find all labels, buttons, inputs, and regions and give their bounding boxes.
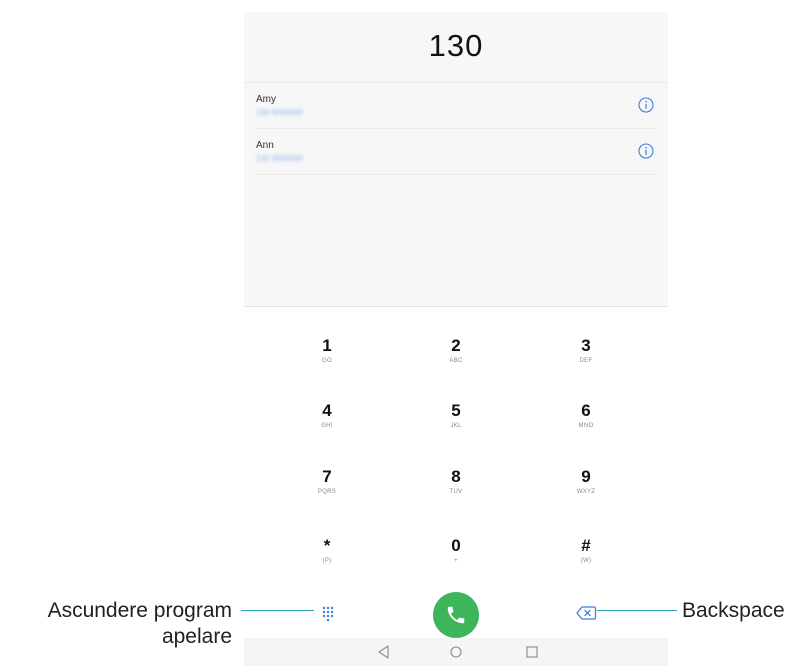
contact-name: Amy (256, 94, 276, 105)
key-0[interactable]: 0 + (406, 527, 506, 577)
callout-label-line2: apelare (161, 625, 232, 648)
key-letters: (W) (580, 558, 592, 564)
key-2[interactable]: 2 ABC (406, 327, 506, 377)
phone-call-icon (447, 606, 465, 624)
contact-number: 130 0000000 (256, 154, 303, 163)
key-8[interactable]: 8 TUV (406, 458, 506, 508)
callout-line-dialpad (241, 610, 314, 611)
key-3[interactable]: 3 DEF (536, 327, 636, 377)
key-digit: 4 (322, 401, 332, 420)
key-7[interactable]: 7 PQRS (277, 458, 377, 508)
key-digit: 9 (581, 467, 591, 486)
contact-suggestions: Amy 130 0000000 Ann 130 0000000 (244, 83, 668, 175)
callout-hide-dialpad: Ascundere program apelare (0, 598, 232, 650)
square-recent-icon[interactable] (523, 644, 541, 660)
key-4[interactable]: 4 GHI (277, 392, 377, 442)
key-letters: GHI (321, 423, 333, 429)
key-5[interactable]: 5 JKL (406, 392, 506, 442)
callout-label-line1: Ascundere program (47, 599, 232, 622)
contact-number: 130 0000000 (256, 108, 303, 117)
key-letters: + (454, 558, 458, 564)
callout-line-backspace (597, 610, 677, 611)
key-letters: WXYZ (576, 489, 596, 495)
circle-home-icon[interactable] (447, 644, 465, 660)
dialed-number: 130 (428, 28, 484, 63)
key-letters: TUV (449, 489, 463, 495)
key-digit: 3 (581, 336, 591, 355)
key-letters: JKL (450, 423, 462, 429)
call-button[interactable] (433, 592, 479, 638)
dialpad-grid-icon[interactable] (316, 605, 340, 621)
info-icon[interactable] (638, 143, 654, 159)
contact-row-amy[interactable]: Amy 130 0000000 (254, 83, 658, 129)
key-letters: PQRS (317, 489, 337, 495)
key-digit: # (581, 536, 591, 555)
key-star[interactable]: * (P) (277, 527, 377, 577)
key-6[interactable]: 6 MNO (536, 392, 636, 442)
callout-backspace: Backspace (682, 599, 785, 622)
key-letters: ABC (449, 358, 463, 364)
key-digit: 1 (322, 336, 332, 355)
key-digit: 7 (322, 467, 332, 486)
key-1[interactable]: 1 GO (277, 327, 377, 377)
info-icon[interactable] (638, 97, 654, 113)
key-letters: (P) (322, 558, 332, 564)
triangle-back-icon[interactable] (375, 644, 393, 660)
dial-keypad: 1 GO 2 ABC 3 DEF 4 GHI 5 JKL 6 MNO 7 PQR… (244, 307, 668, 638)
contact-row-ann[interactable]: Ann 130 0000000 (254, 129, 658, 175)
navigation-bar (244, 638, 668, 666)
key-digit: 8 (451, 467, 461, 486)
key-9[interactable]: 9 WXYZ (536, 458, 636, 508)
key-digit: 2 (451, 336, 461, 355)
key-letters: MNO (578, 423, 594, 429)
key-digit: * (323, 536, 331, 555)
contact-name: Ann (256, 140, 274, 151)
key-hash[interactable]: # (W) (536, 527, 636, 577)
key-digit: 0 (451, 536, 461, 555)
key-letters: GO (322, 358, 332, 364)
backspace-icon[interactable] (575, 604, 597, 622)
key-digit: 5 (451, 401, 461, 420)
key-letters: DEF (579, 358, 593, 364)
dialer-screen: 130 Amy 130 0000000 Ann 130 0000000 1 GO… (244, 12, 668, 666)
key-digit: 6 (581, 401, 591, 420)
